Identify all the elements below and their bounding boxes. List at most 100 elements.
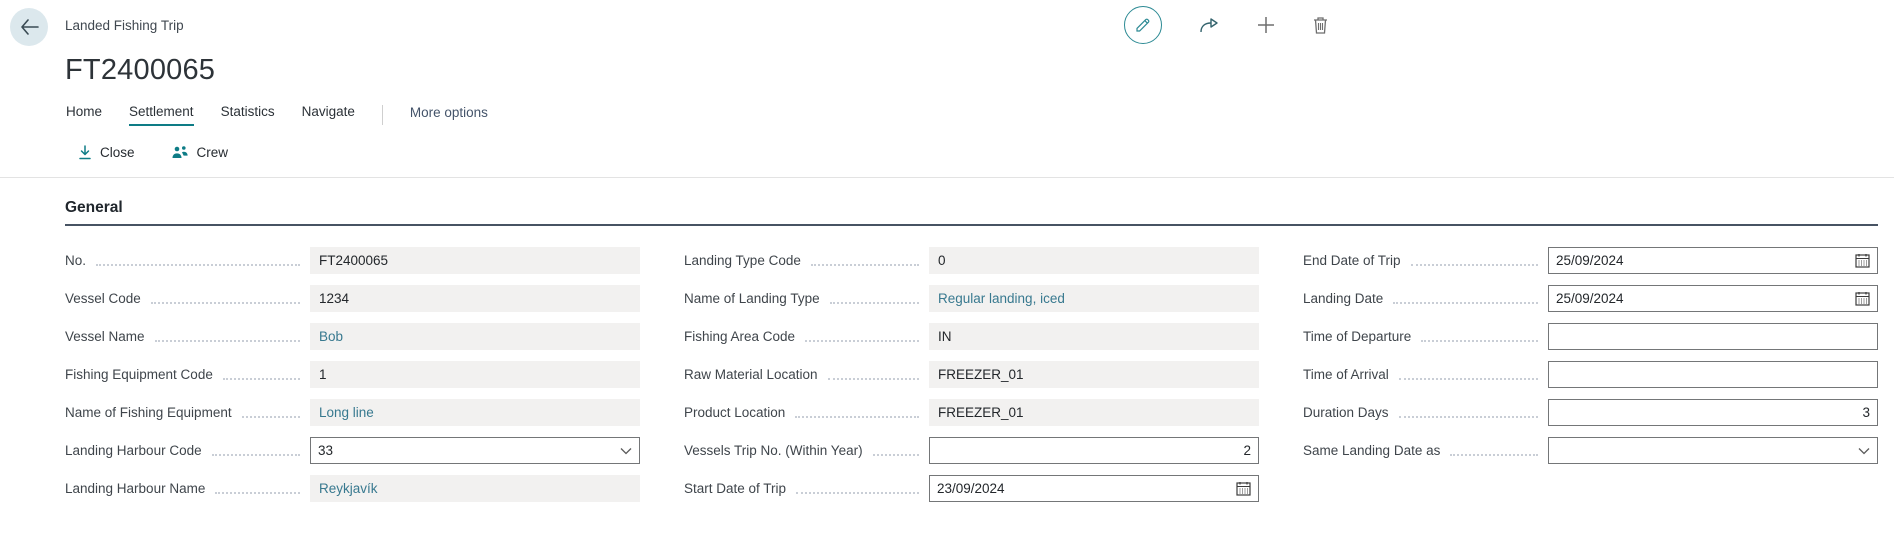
field-landing-harbour-name: Landing Harbour Name Reykjavík xyxy=(65,475,640,502)
field-label: Vessel Name xyxy=(65,329,145,344)
field-landing-type-code: Landing Type Code 0 xyxy=(684,247,1259,274)
vessels-trip-no-input[interactable] xyxy=(937,443,1251,458)
tab-home[interactable]: Home xyxy=(66,104,102,126)
tab-statistics[interactable]: Statistics xyxy=(221,104,275,126)
field-vessels-trip-no: Vessels Trip No. (Within Year) xyxy=(684,437,1259,464)
dotted-leader xyxy=(1450,454,1538,456)
form-column-1: No. FT2400065 Vessel Code 1234 Vessel Na… xyxy=(65,247,640,513)
chevron-down-icon[interactable] xyxy=(1858,447,1870,455)
dotted-leader xyxy=(811,264,919,266)
field-landing-harbour-code: Landing Harbour Code xyxy=(65,437,640,464)
dotted-leader xyxy=(1399,378,1538,380)
product-location-value: FREEZER_01 xyxy=(929,399,1259,426)
page-header: Landed Fishing Trip xyxy=(0,0,1894,48)
dotted-leader xyxy=(96,264,300,266)
share-icon xyxy=(1198,15,1220,35)
landing-harbour-code-input[interactable] xyxy=(318,443,614,458)
dotted-leader xyxy=(1393,302,1538,304)
new-button[interactable] xyxy=(1256,15,1276,35)
field-label: Product Location xyxy=(684,405,785,420)
dotted-leader xyxy=(242,416,300,418)
field-product-location: Product Location FREEZER_01 xyxy=(684,399,1259,426)
tab-divider xyxy=(382,105,383,125)
pencil-icon xyxy=(1134,16,1152,34)
tab-settlement[interactable]: Settlement xyxy=(129,104,194,126)
vessel-name-value[interactable]: Bob xyxy=(310,323,640,350)
landing-type-code-value: 0 xyxy=(929,247,1259,274)
field-label: Duration Days xyxy=(1303,405,1389,420)
calendar-icon[interactable] xyxy=(1236,481,1251,496)
crew-action-label: Crew xyxy=(197,145,229,160)
tab-navigate[interactable]: Navigate xyxy=(302,104,355,126)
field-time-of-arrival: Time of Arrival xyxy=(1303,361,1878,388)
section-title[interactable]: General xyxy=(65,199,1878,217)
field-label: Same Landing Date as xyxy=(1303,443,1440,458)
field-label: Start Date of Trip xyxy=(684,481,786,496)
download-icon xyxy=(78,145,92,160)
field-label: Time of Departure xyxy=(1303,329,1411,344)
dotted-leader xyxy=(151,302,300,304)
form-column-2: Landing Type Code 0 Name of Landing Type… xyxy=(684,247,1259,513)
more-options-button[interactable]: More options xyxy=(410,105,488,125)
landing-date-input[interactable] xyxy=(1556,291,1849,306)
field-label: Landing Harbour Code xyxy=(65,443,202,458)
delete-button[interactable] xyxy=(1312,16,1329,35)
start-date-of-trip-input[interactable] xyxy=(937,481,1230,496)
fasttab-general: General No. FT2400065 Vessel Code 1234 V… xyxy=(0,199,1894,513)
same-landing-date-as-input[interactable] xyxy=(1556,443,1852,458)
no-value: FT2400065 xyxy=(310,247,640,274)
dotted-leader xyxy=(830,302,919,304)
dotted-leader xyxy=(1399,416,1538,418)
landing-harbour-name-value[interactable]: Reykjavík xyxy=(310,475,640,502)
field-label: Name of Fishing Equipment xyxy=(65,405,232,420)
form-column-3: End Date of Trip Landing Date xyxy=(1303,247,1878,513)
dotted-leader xyxy=(805,340,919,342)
close-action-label: Close xyxy=(100,145,135,160)
edit-button[interactable] xyxy=(1124,6,1162,44)
dotted-leader xyxy=(155,340,300,342)
end-date-of-trip-input[interactable] xyxy=(1556,253,1849,268)
name-of-fishing-equipment-value[interactable]: Long line xyxy=(310,399,640,426)
calendar-icon[interactable] xyxy=(1855,253,1870,268)
toolbar-separator xyxy=(0,177,1894,178)
action-bar: Close Crew xyxy=(0,139,1894,165)
field-start-date-of-trip: Start Date of Trip xyxy=(684,475,1259,502)
back-button[interactable] xyxy=(10,8,48,46)
people-icon xyxy=(171,145,189,160)
field-label: Raw Material Location xyxy=(684,367,818,382)
record-title: FT2400065 xyxy=(0,54,1894,87)
page-caption: Landed Fishing Trip xyxy=(65,18,184,33)
field-label: Vessel Code xyxy=(65,291,141,306)
time-of-departure-input[interactable] xyxy=(1556,329,1870,344)
field-vessel-code: Vessel Code 1234 xyxy=(65,285,640,312)
duration-days-input[interactable] xyxy=(1556,405,1870,420)
field-label: Fishing Area Code xyxy=(684,329,795,344)
field-label: Landing Date xyxy=(1303,291,1383,306)
field-duration-days: Duration Days xyxy=(1303,399,1878,426)
dotted-leader xyxy=(795,416,919,418)
header-icon-bar xyxy=(1124,6,1329,44)
field-name-of-fishing-equipment: Name of Fishing Equipment Long line xyxy=(65,399,640,426)
dotted-leader xyxy=(1411,264,1538,266)
fishing-equipment-code-value: 1 xyxy=(310,361,640,388)
field-label: Vessels Trip No. (Within Year) xyxy=(684,443,863,458)
crew-action-button[interactable]: Crew xyxy=(171,145,229,160)
field-name-of-landing-type: Name of Landing Type Regular landing, ic… xyxy=(684,285,1259,312)
dotted-leader xyxy=(223,378,300,380)
field-fishing-area-code: Fishing Area Code IN xyxy=(684,323,1259,350)
name-of-landing-type-value[interactable]: Regular landing, iced xyxy=(929,285,1259,312)
share-button[interactable] xyxy=(1198,15,1220,35)
dotted-leader xyxy=(215,492,300,494)
field-no: No. FT2400065 xyxy=(65,247,640,274)
field-vessel-name: Vessel Name Bob xyxy=(65,323,640,350)
dotted-leader xyxy=(212,454,300,456)
close-action-button[interactable]: Close xyxy=(78,145,135,160)
general-form: No. FT2400065 Vessel Code 1234 Vessel Na… xyxy=(65,247,1878,513)
chevron-down-icon[interactable] xyxy=(620,447,632,455)
time-of-arrival-input[interactable] xyxy=(1556,367,1870,382)
dotted-leader xyxy=(873,454,919,456)
dotted-leader xyxy=(796,492,919,494)
field-label: Fishing Equipment Code xyxy=(65,367,213,382)
field-label: Landing Type Code xyxy=(684,253,801,268)
calendar-icon[interactable] xyxy=(1855,291,1870,306)
